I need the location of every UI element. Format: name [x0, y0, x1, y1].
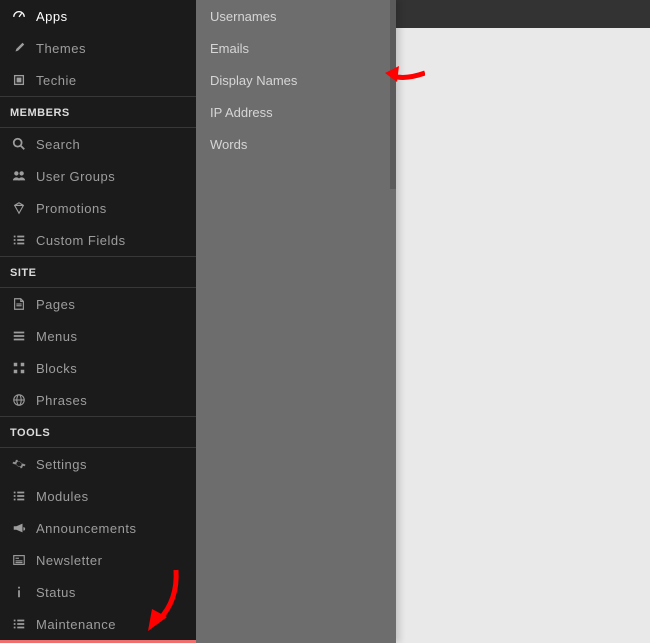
sidebar-item-menus[interactable]: Menus: [0, 320, 196, 352]
sidebar-item-themes[interactable]: Themes: [0, 32, 196, 64]
sidebar-item-search[interactable]: Search: [0, 128, 196, 160]
submenu-item-usernames[interactable]: Usernames: [196, 0, 396, 32]
megaphone-icon: [10, 521, 28, 535]
sidebar-item-label: Maintenance: [36, 617, 116, 632]
submenu-item-ip-address[interactable]: IP Address: [196, 96, 396, 128]
submenu-item-label: Words: [210, 137, 247, 152]
globe-icon: [10, 393, 28, 407]
module-icon: [10, 489, 28, 503]
sidebar-item-label: Modules: [36, 489, 89, 504]
sidebar-item-label: Phrases: [36, 393, 87, 408]
dashboard-icon: [10, 9, 28, 23]
section-header-members: MEMBERS: [0, 96, 196, 128]
cog-icon: [10, 457, 28, 471]
sidebar-item-pages[interactable]: Pages: [0, 288, 196, 320]
submenu-scroll-track[interactable]: [390, 0, 396, 189]
sidebar-item-newsletter[interactable]: Newsletter: [0, 544, 196, 576]
submenu-item-label: IP Address: [210, 105, 273, 120]
sidebar-item-apps[interactable]: Apps: [0, 0, 196, 32]
chip-icon: [10, 73, 28, 87]
sidebar-item-announcements[interactable]: Announcements: [0, 512, 196, 544]
sidebar-item-label: Apps: [36, 9, 68, 24]
sidebar: Apps Themes Techie MEMBERS Search User G…: [0, 0, 196, 643]
newspaper-icon: [10, 553, 28, 567]
sidebar-item-label: Announcements: [36, 521, 136, 536]
sidebar-item-blocks[interactable]: Blocks: [0, 352, 196, 384]
sidebar-item-label: Themes: [36, 41, 86, 56]
sidebar-item-label: Settings: [36, 457, 87, 472]
submenu-item-label: Emails: [210, 41, 249, 56]
submenu: Usernames Emails Display Names IP Addres…: [196, 0, 396, 643]
sidebar-item-label: Pages: [36, 297, 75, 312]
sidebar-item-maintenance[interactable]: Maintenance: [0, 608, 196, 640]
page-icon: [10, 297, 28, 311]
sidebar-item-label: User Groups: [36, 169, 115, 184]
users-icon: [10, 169, 28, 183]
sidebar-item-label: Search: [36, 137, 80, 152]
submenu-item-label: Display Names: [210, 73, 297, 88]
wrench-list-icon: [10, 617, 28, 631]
sidebar-item-settings[interactable]: Settings: [0, 448, 196, 480]
grid-icon: [10, 361, 28, 375]
sidebar-item-status[interactable]: Status: [0, 576, 196, 608]
submenu-item-display-names[interactable]: Display Names: [196, 64, 396, 96]
submenu-item-words[interactable]: Words: [196, 128, 396, 160]
submenu-item-emails[interactable]: Emails: [196, 32, 396, 64]
list-icon: [10, 233, 28, 247]
sidebar-item-custom-fields[interactable]: Custom Fields: [0, 224, 196, 256]
sidebar-item-techie[interactable]: Techie: [0, 64, 196, 96]
sidebar-item-label: Blocks: [36, 361, 77, 376]
sidebar-item-label: Status: [36, 585, 76, 600]
diamond-icon: [10, 201, 28, 215]
sidebar-item-label: Custom Fields: [36, 233, 126, 248]
brush-icon: [10, 41, 28, 55]
sidebar-item-promotions[interactable]: Promotions: [0, 192, 196, 224]
submenu-item-label: Usernames: [210, 9, 276, 24]
sidebar-item-user-groups[interactable]: User Groups: [0, 160, 196, 192]
sidebar-item-label: Techie: [36, 73, 77, 88]
sidebar-item-phrases[interactable]: Phrases: [0, 384, 196, 416]
sidebar-item-label: Menus: [36, 329, 78, 344]
sidebar-item-label: Newsletter: [36, 553, 102, 568]
sidebar-item-modules[interactable]: Modules: [0, 480, 196, 512]
section-header-tools: TOOLS: [0, 416, 196, 448]
info-icon: [10, 585, 28, 599]
sidebar-item-label: Promotions: [36, 201, 107, 216]
search-icon: [10, 137, 28, 151]
menu-icon: [10, 329, 28, 343]
section-header-site: SITE: [0, 256, 196, 288]
